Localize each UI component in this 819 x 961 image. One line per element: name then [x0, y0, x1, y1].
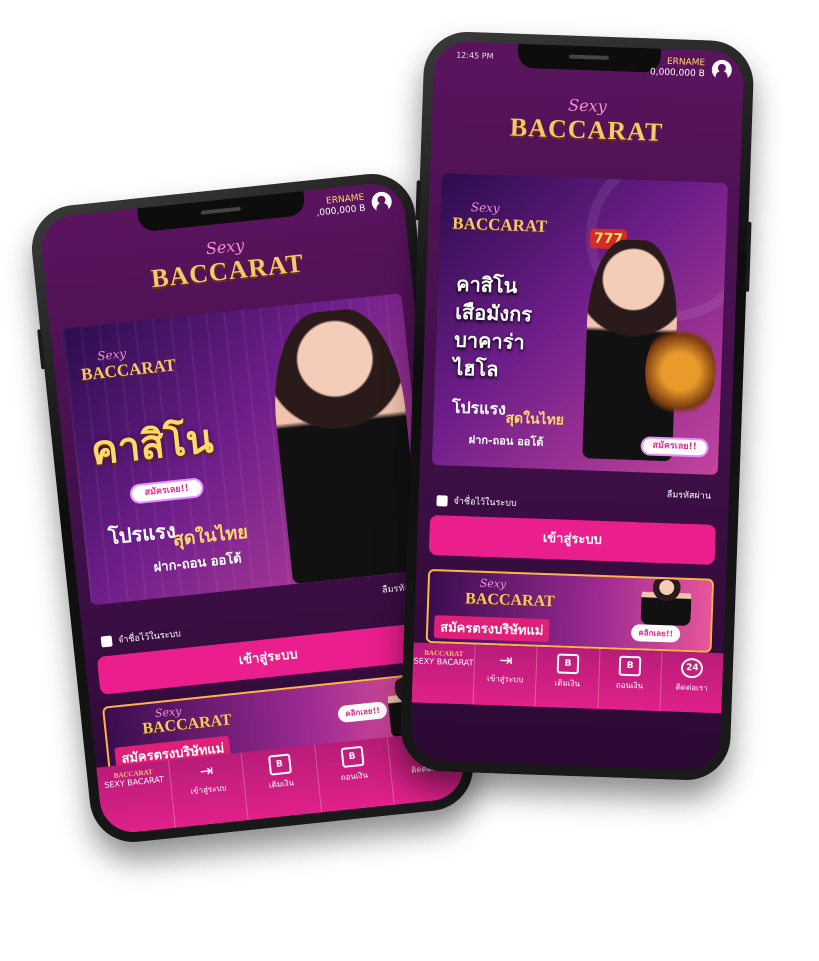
withdraw-icon: B: [340, 745, 365, 769]
user-area[interactable]: ERNAME ,000,000 B: [315, 190, 393, 220]
tab-home[interactable]: BACCARAT SEXY BACARAT: [412, 642, 475, 704]
click-now-button[interactable]: คลิกเลย!!: [631, 624, 681, 643]
signup-button[interactable]: สมัครเลย!!: [642, 438, 707, 456]
balance: ,000,000 B: [316, 203, 366, 219]
remember-checkbox[interactable]: [100, 635, 113, 648]
banner-headline: คาสิโน: [88, 415, 216, 475]
game-casino: คาสิโน: [455, 271, 518, 298]
remember-me[interactable]: จำชื่อไว้ในระบบ: [436, 493, 517, 510]
phone-right: 12:45 PM ERNAME 0,000,000 B Sexy BACCARA…: [399, 30, 755, 782]
login-icon: ⇥: [498, 650, 513, 670]
tab-deposit[interactable]: B เติมเงิน: [240, 744, 321, 821]
register-banner[interactable]: Sexy BACCARAT สมัครตรงบริษัทแม่ คลิกเลย!…: [425, 568, 715, 653]
login-icon: ⇥: [198, 760, 215, 781]
notch: [517, 43, 661, 73]
tab-withdraw[interactable]: B ถอนเงิน: [597, 648, 662, 712]
balance: 0,000,000 B: [649, 67, 705, 80]
withdraw-icon: B: [618, 655, 642, 677]
user-area[interactable]: ERNAME 0,000,000 B: [649, 56, 733, 81]
notch: [136, 190, 307, 233]
tab-deposit[interactable]: B เติมเงิน: [534, 646, 600, 709]
bottom-tabbar: BACCARAT SEXY BACARAT ⇥ เข้าสู่ระบบ B เต…: [411, 642, 724, 714]
user-avatar-icon[interactable]: [711, 59, 733, 81]
game-baccarat: บาคาร่า: [453, 327, 526, 355]
right-screen: 12:45 PM ERNAME 0,000,000 B Sexy BACCARA…: [409, 40, 745, 772]
promo-line-3: ฝาก-ถอน ออโต้: [468, 433, 544, 449]
brand-logo[interactable]: Sexy BACCARAT: [431, 91, 743, 151]
hero-banner[interactable]: Sexy BACCARAT 777 คาสิโน เสือมังกร บาคาร…: [431, 173, 728, 475]
hero-banner[interactable]: Sexy BACCARAT คาสิโน สมัครเลย!! โปรแรง ส…: [62, 293, 431, 606]
brand-logo[interactable]: Sexy BACCARAT: [43, 218, 411, 305]
banner-logo: Sexy BACCARAT: [451, 200, 548, 236]
login-button[interactable]: เข้าสู่ระบบ: [428, 514, 716, 565]
promo-line-2: สุดในไทย: [505, 410, 565, 429]
game-dragon-tiger: เสือมังกร: [454, 299, 533, 327]
tab-login[interactable]: ⇥ เข้าสู่ระบบ: [168, 752, 249, 828]
click-now-button[interactable]: คลิกเลย!!: [337, 701, 388, 724]
deposit-icon: B: [556, 653, 580, 675]
forgot-password-link[interactable]: ลืมรหัสผ่าน: [667, 487, 712, 503]
promo-line-1: โปรแรง: [451, 397, 507, 419]
tab-withdraw[interactable]: B ถอนเงิน: [313, 737, 394, 813]
contact-24-icon: 24: [680, 657, 704, 679]
remember-me[interactable]: จำชื่อไว้ในระบบ: [100, 626, 181, 648]
register-direct-text: สมัครตรงบริษัทแม่: [433, 615, 550, 643]
username: ERNAME: [666, 56, 706, 69]
tab-contact[interactable]: 24 ติดต่อเรา: [659, 651, 724, 714]
status-time: 12:45 PM: [456, 50, 494, 61]
model-image-small: [640, 578, 692, 627]
remember-checkbox[interactable]: [436, 495, 448, 507]
deposit-icon: B: [267, 753, 292, 776]
tab-home[interactable]: BACCARAT SEXY BACARAT: [96, 760, 175, 835]
tab-login[interactable]: ⇥ เข้าสู่ระบบ: [472, 644, 537, 707]
game-hilo: ไฮโล: [452, 355, 499, 382]
user-avatar-icon[interactable]: [370, 190, 393, 213]
